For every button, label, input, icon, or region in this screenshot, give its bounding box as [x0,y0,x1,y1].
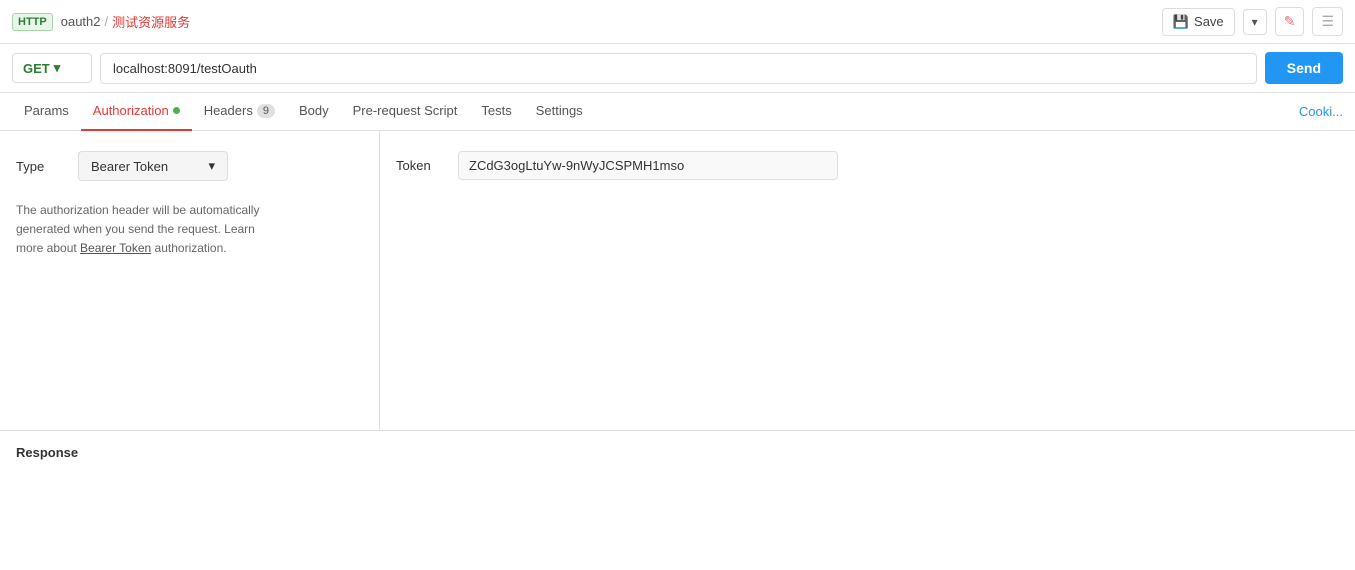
desc-line3: more about [16,241,80,255]
breadcrumb-parent[interactable]: oauth2 [61,14,101,29]
tab-headers-label: Headers [204,103,253,118]
url-bar: GET ▾ Send [0,44,1355,93]
tab-params[interactable]: Params [12,93,81,131]
auth-right-panel: Token [380,131,1355,430]
save-icon: 💾 [1173,14,1189,30]
token-label: Token [396,158,446,173]
desc-line1: The authorization header will be automat… [16,203,259,217]
top-bar-actions: 💾 Save ▾ ✎ ☰ [1162,7,1343,36]
save-dropdown-button[interactable]: ▾ [1243,9,1267,35]
tab-headers[interactable]: Headers 9 [192,93,287,131]
tab-tests-label: Tests [481,103,511,118]
edit-button[interactable]: ✎ [1275,7,1305,36]
bearer-token-link[interactable]: Bearer Token [80,241,151,255]
type-chevron: ▾ [208,158,215,174]
save-label: Save [1194,14,1224,29]
send-button[interactable]: Send [1265,52,1343,84]
url-input[interactable] [100,53,1257,84]
tab-authorization[interactable]: Authorization [81,93,192,131]
tab-pre-request-label: Pre-request Script [353,103,458,118]
method-select[interactable]: GET ▾ [12,53,92,83]
desc-line4: authorization. [151,241,226,255]
tab-tests[interactable]: Tests [469,93,523,131]
auth-left-panel: Type Bearer Token ▾ The authorization he… [0,131,380,430]
type-value: Bearer Token [91,159,168,174]
response-title: Response [16,445,78,460]
desc-line2: generated when you send the request. Lea… [16,222,255,236]
breadcrumb-separator: / [105,14,109,29]
auth-panel: Type Bearer Token ▾ The authorization he… [0,131,1355,431]
tab-pre-request[interactable]: Pre-request Script [341,93,470,131]
breadcrumb-current: 测试资源服务 [112,12,190,31]
token-input[interactable] [458,151,838,180]
save-button[interactable]: 💾 Save [1162,8,1235,36]
method-chevron: ▾ [54,60,61,76]
http-badge: HTTP [12,13,53,31]
headers-badge: 9 [257,104,275,118]
tab-settings[interactable]: Settings [524,93,595,131]
chevron-down-icon: ▾ [1252,15,1258,29]
tabs-bar: Params Authorization Headers 9 Body Pre-… [0,93,1355,131]
tab-settings-label: Settings [536,103,583,118]
type-select[interactable]: Bearer Token ▾ [78,151,228,181]
notes-button[interactable]: ☰ [1312,7,1343,36]
top-bar: HTTP oauth2 / 测试资源服务 💾 Save ▾ ✎ ☰ [0,0,1355,44]
token-row: Token [396,151,1339,180]
notes-icon: ☰ [1321,13,1334,29]
authorization-active-dot [173,107,180,114]
response-panel: Response [0,431,1355,474]
cookies-link[interactable]: Cooki... [1299,104,1343,119]
auth-description: The authorization header will be automat… [16,201,363,259]
tab-authorization-label: Authorization [93,103,169,118]
tab-body-label: Body [299,103,329,118]
edit-icon: ✎ [1284,13,1296,29]
type-label: Type [16,159,66,174]
tab-body[interactable]: Body [287,93,341,131]
breadcrumb: oauth2 / 测试资源服务 [61,12,190,31]
method-label: GET [23,61,50,76]
tab-params-label: Params [24,103,69,118]
type-row: Type Bearer Token ▾ [16,151,363,181]
